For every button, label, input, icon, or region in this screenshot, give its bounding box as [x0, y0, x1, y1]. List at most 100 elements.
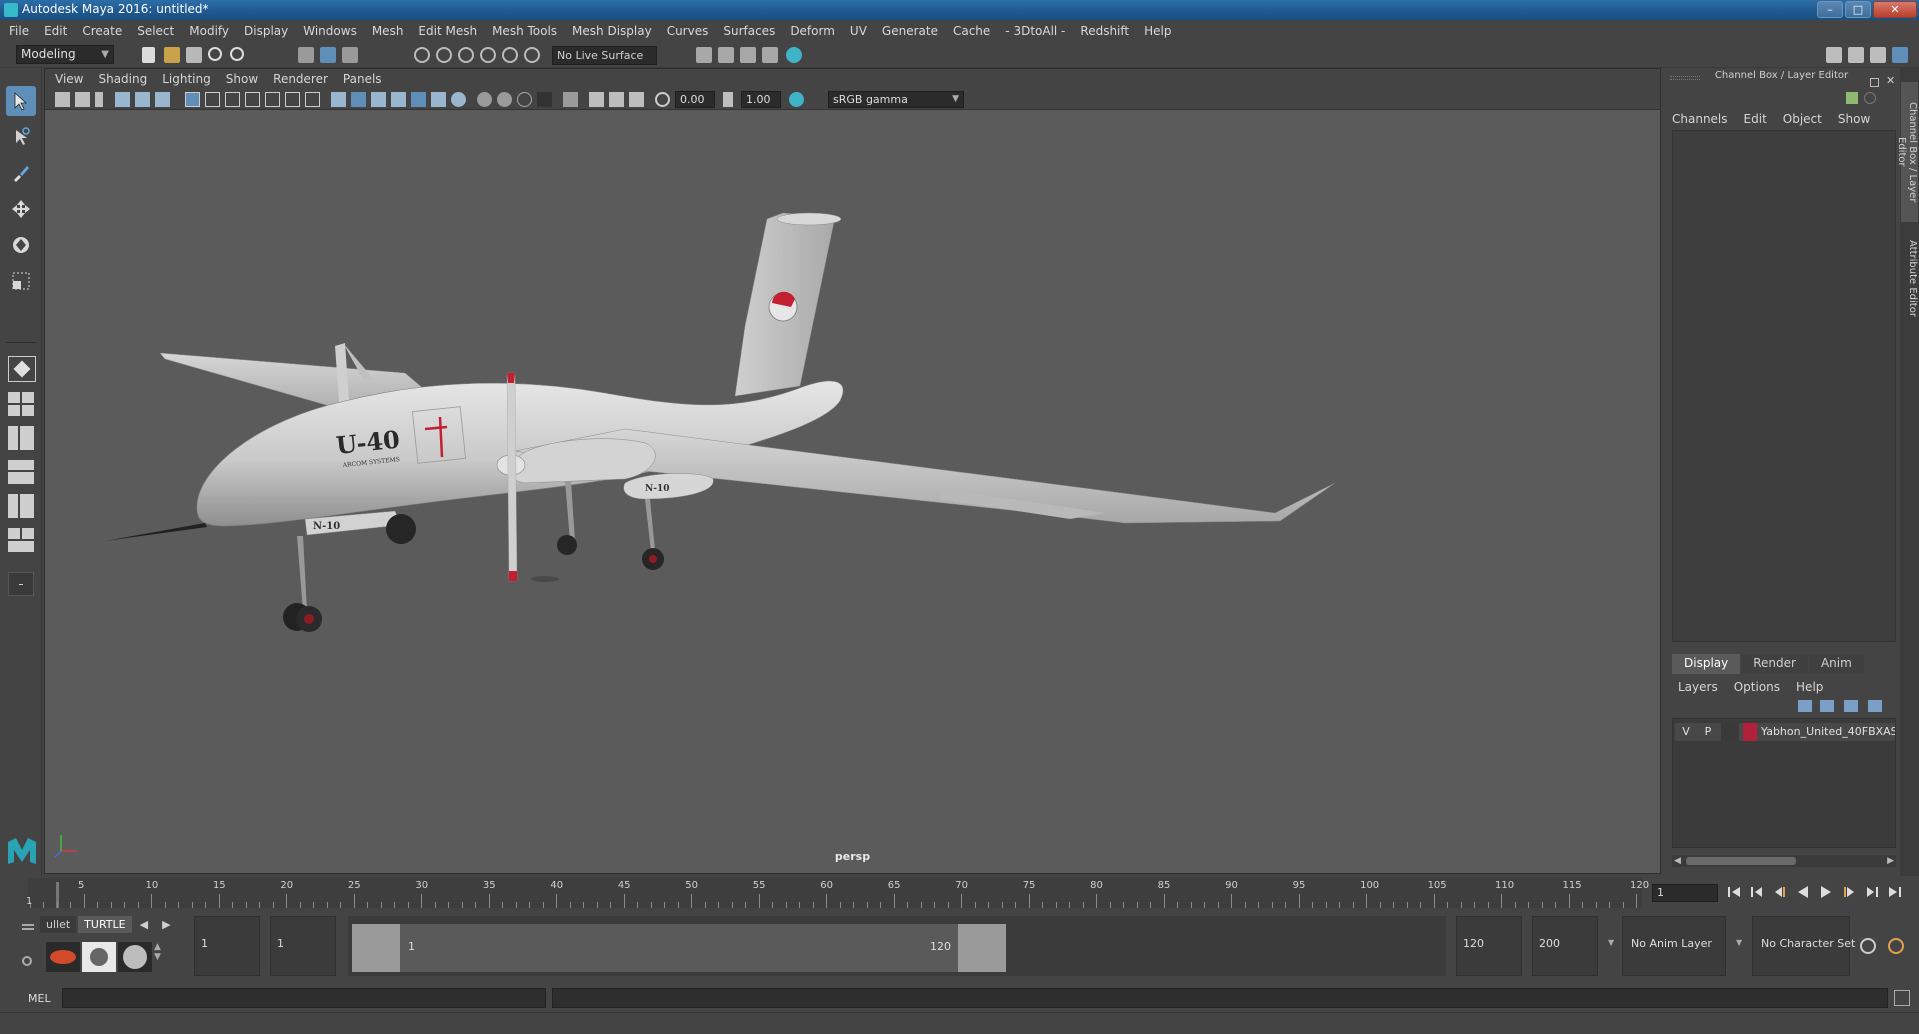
minimize-button[interactable]: –	[1817, 1, 1843, 18]
grease-pencil-icon[interactable]	[155, 92, 170, 107]
menu-uv[interactable]: UV	[850, 24, 867, 38]
playback-end-field[interactable]: 120	[1456, 916, 1522, 976]
menu-edit-mesh[interactable]: Edit Mesh	[418, 24, 477, 38]
script-language-toggle[interactable]: MEL	[28, 992, 51, 1005]
turtle-shelf-icon-settings[interactable]	[82, 942, 116, 972]
vp-menu-renderer[interactable]: Renderer	[273, 72, 328, 86]
mel-command-input[interactable]	[62, 988, 546, 1008]
scroll-left-icon[interactable]: ◀	[1674, 856, 1681, 866]
range-slider[interactable]: 1 120	[348, 916, 1446, 976]
shelf-settings-icon[interactable]	[22, 956, 32, 966]
animation-end-field[interactable]: 200	[1532, 916, 1598, 976]
camera-attributes-icon[interactable]	[75, 92, 90, 107]
perspective-viewport[interactable]: N-10 N-10 U-40 ARCOM SYSTEMS persp	[45, 111, 1660, 873]
layer-menu-layers[interactable]: Layers	[1678, 680, 1718, 694]
persp-outliner-layout-button[interactable]	[8, 426, 36, 452]
menu-cache[interactable]: Cache	[953, 24, 990, 38]
snap-curve-icon[interactable]	[436, 47, 452, 63]
range-end-handle[interactable]	[958, 924, 1006, 972]
vp-menu-show[interactable]: Show	[226, 72, 258, 86]
scale-tool[interactable]	[6, 266, 36, 296]
vp-menu-panels[interactable]: Panels	[343, 72, 382, 86]
menu-3dtoall[interactable]: - 3DtoAll -	[1005, 24, 1065, 38]
auto-key-icon[interactable]	[1860, 938, 1876, 954]
step-forward-key-icon[interactable]	[1864, 884, 1880, 900]
move-layer-up-icon[interactable]	[1798, 700, 1812, 712]
snap-surface-icon[interactable]	[502, 47, 518, 63]
tab-render[interactable]: Render	[1741, 654, 1808, 674]
menu-modify[interactable]: Modify	[189, 24, 229, 38]
persp-graph-layout-button[interactable]	[8, 460, 36, 486]
cb-menu-object[interactable]: Object	[1783, 112, 1822, 126]
vp-menu-shading[interactable]: Shading	[98, 72, 147, 86]
rotate-tool[interactable]	[6, 230, 36, 260]
layer-visibility-toggle[interactable]: V	[1677, 723, 1695, 741]
menu-mesh[interactable]: Mesh	[372, 24, 404, 38]
select-object-icon[interactable]	[320, 47, 336, 63]
cb-menu-edit[interactable]: Edit	[1744, 112, 1767, 126]
vp-menu-view[interactable]: View	[55, 72, 83, 86]
layer-playback-toggle[interactable]: P	[1699, 723, 1717, 741]
tab-anim[interactable]: Anim	[1808, 654, 1864, 674]
channel-box-option-icon[interactable]	[1864, 92, 1876, 104]
motion-blur-icon[interactable]	[497, 92, 512, 107]
resolution-gate-icon[interactable]	[225, 92, 240, 107]
layer-color-swatch[interactable]	[1743, 723, 1757, 741]
go-to-end-icon[interactable]	[1887, 884, 1903, 900]
make-live-icon[interactable]	[524, 47, 540, 63]
xray-icon[interactable]	[589, 92, 604, 107]
menu-file[interactable]: File	[9, 24, 29, 38]
shelf-tab-bullet[interactable]: ullet	[40, 916, 77, 933]
gamma-field[interactable]: 1.00	[741, 91, 781, 108]
animation-start-field[interactable]: 1	[194, 916, 260, 976]
camera-select-icon[interactable]	[55, 92, 70, 107]
screen-space-ao-icon[interactable]	[477, 92, 492, 107]
menu-help[interactable]: Help	[1144, 24, 1171, 38]
four-view-layout-button[interactable]	[8, 392, 36, 418]
menu-redshift[interactable]: Redshift	[1080, 24, 1129, 38]
step-back-key-icon[interactable]	[1749, 884, 1765, 900]
default-material-icon[interactable]	[371, 92, 386, 107]
select-hierarchy-icon[interactable]	[298, 47, 314, 63]
ipr-render-icon[interactable]	[762, 47, 778, 63]
play-forwards-icon[interactable]	[1818, 884, 1834, 900]
menu-select[interactable]: Select	[137, 24, 174, 38]
bookmark-icon[interactable]	[95, 92, 103, 107]
persp-uv-layout-button[interactable]	[8, 528, 36, 554]
menu-surfaces[interactable]: Surfaces	[723, 24, 775, 38]
textured-icon[interactable]	[411, 92, 426, 107]
new-layer-selected-icon[interactable]	[1868, 700, 1882, 712]
menu-create[interactable]: Create	[82, 24, 122, 38]
side-tab-channel-box[interactable]: Channel Box / Layer Editor	[1896, 82, 1918, 222]
vp-menu-lighting[interactable]: Lighting	[162, 72, 211, 86]
gamma-icon[interactable]	[723, 92, 733, 107]
safe-title-icon[interactable]	[305, 92, 320, 107]
render-settings-icon[interactable]	[696, 47, 712, 63]
xray-active-icon[interactable]	[609, 92, 624, 107]
field-chart-icon[interactable]	[265, 92, 280, 107]
menu-generate[interactable]: Generate	[882, 24, 938, 38]
layer-menu-help[interactable]: Help	[1796, 680, 1823, 694]
depth-of-field-icon[interactable]	[537, 92, 552, 107]
character-set-select[interactable]: No Character Set	[1752, 916, 1855, 976]
paint-select-tool[interactable]	[6, 158, 36, 188]
attribute-editor-toggle-icon[interactable]	[1848, 47, 1864, 63]
menu-curves[interactable]: Curves	[667, 24, 709, 38]
live-surface-field[interactable]: No Live Surface	[552, 46, 657, 65]
render-view-icon[interactable]	[718, 47, 734, 63]
time-slider-track[interactable]: 5 10 15 20 25 30 35 40 45 50 55 60 65 70 75 80 85 90 95 100…	[26, 878, 1649, 908]
select-tool[interactable]	[6, 86, 36, 116]
move-layer-down-icon[interactable]	[1820, 700, 1834, 712]
shelf-scroll-left-icon[interactable]: ◀	[134, 916, 154, 933]
menu-set-select[interactable]: Modeling ▼	[16, 45, 114, 64]
view-transform-select[interactable]: sRGB gamma ▼	[828, 91, 964, 108]
lasso-tool[interactable]	[6, 122, 36, 152]
wireframe-on-shaded-icon[interactable]	[391, 92, 406, 107]
wireframe-icon[interactable]	[331, 92, 346, 107]
turtle-shelf-icon-render[interactable]	[46, 942, 80, 972]
script-editor-icon[interactable]	[1894, 990, 1910, 1006]
animation-preferences-icon[interactable]	[1888, 938, 1904, 954]
undo-icon[interactable]	[208, 47, 222, 61]
film-gate-icon[interactable]	[205, 92, 220, 107]
float-panel-icon[interactable]	[1870, 78, 1879, 87]
